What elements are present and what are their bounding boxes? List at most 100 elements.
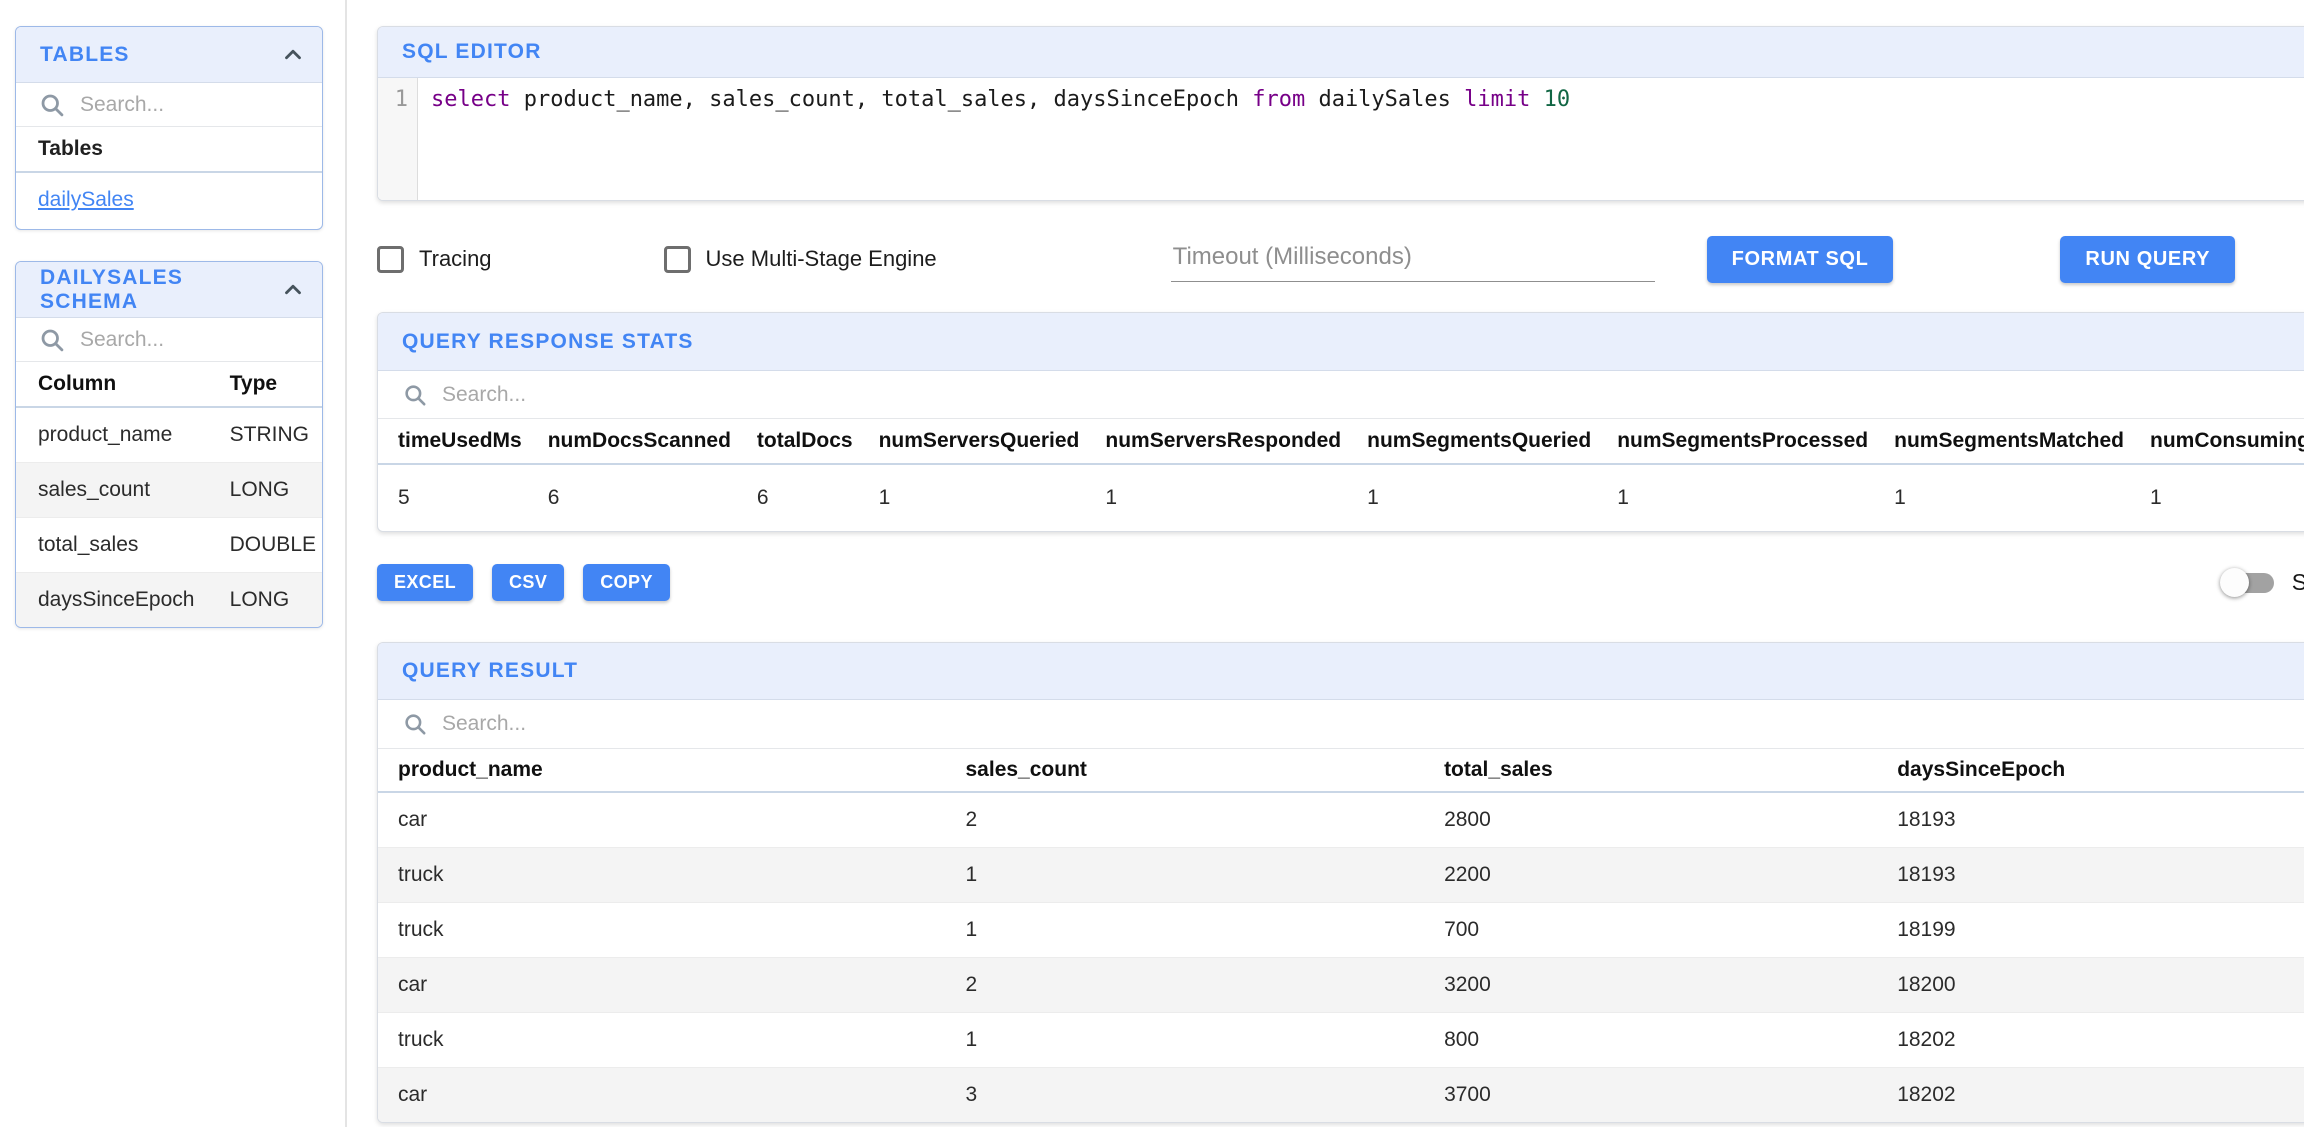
multistage-checkbox-group: Use Multi-Stage Engine [664, 246, 937, 273]
result-cell: 18193 [1877, 848, 2304, 903]
stats-search-input[interactable] [440, 382, 2304, 408]
result-table: product_name sales_count total_sales day… [378, 749, 2304, 1122]
timeout-input[interactable] [1171, 237, 1655, 282]
result-cell: 2 [946, 792, 1425, 848]
stats-col-header[interactable]: timeUsedMs [378, 419, 528, 464]
tables-search-input[interactable] [78, 92, 323, 118]
multistage-label[interactable]: Use Multi-Stage Engine [706, 246, 937, 272]
result-cell: 700 [1424, 903, 1877, 958]
table-row: truck 1 2200 18193 [378, 848, 2304, 903]
table-row: sales_count LONG [16, 463, 322, 518]
table-list-item: dailySales [16, 173, 322, 229]
schema-cell: sales_count [16, 463, 208, 518]
sql-text: product_name, sales_count, total_sales, … [510, 87, 1252, 112]
sql-query-line: select product_name, sales_count, total_… [418, 78, 1570, 200]
table-row: car 2 2800 18193 [378, 792, 2304, 848]
result-cell: 800 [1424, 1013, 1877, 1068]
csv-button[interactable]: CSV [492, 564, 564, 601]
result-cell: 18200 [1877, 958, 2304, 1013]
table-row: truck 1 800 18202 [378, 1013, 2304, 1068]
toggle-thumb [2220, 568, 2249, 597]
tables-panel: TABLES Tables dailySales [15, 26, 323, 230]
sql-keyword: select [431, 87, 510, 112]
stats-cell: 1 [859, 464, 1086, 531]
stats-card-header[interactable]: QUERY RESPONSE STATS [378, 313, 2304, 371]
multistage-checkbox[interactable] [664, 246, 691, 273]
schema-cell: STRING [208, 407, 322, 463]
result-cell: 3700 [1424, 1068, 1877, 1123]
copy-button[interactable]: COPY [583, 564, 670, 601]
stats-table: timeUsedMs numDocsScanned totalDocs numS… [378, 419, 2304, 531]
stats-col-header[interactable]: numServersQueried [859, 419, 1086, 464]
export-row: EXCEL CSV COPY Show JSON format [377, 564, 2304, 601]
stats-cell: 6 [737, 464, 859, 531]
schema-cell: DOUBLE [208, 518, 322, 573]
tables-list-header[interactable]: Tables [16, 127, 322, 173]
stats-col-header[interactable]: numServersResponded [1085, 419, 1347, 464]
result-cell: 3200 [1424, 958, 1877, 1013]
result-card-header[interactable]: QUERY RESULT [378, 643, 2304, 700]
schema-col-header-column[interactable]: Column [16, 362, 208, 407]
search-icon [38, 326, 66, 354]
table-link-dailysales[interactable]: dailySales [38, 188, 134, 211]
tracing-checkbox[interactable] [377, 246, 404, 273]
result-cell: car [378, 958, 946, 1013]
schema-cell: total_sales [16, 518, 208, 573]
schema-cell: LONG [208, 573, 322, 628]
schema-search-input[interactable] [78, 327, 323, 353]
result-card-title: QUERY RESULT [402, 659, 578, 683]
stats-cell: 1 [1597, 464, 1874, 531]
result-cell: 2200 [1424, 848, 1877, 903]
tracing-label[interactable]: Tracing [419, 246, 492, 272]
show-json-toggle-label[interactable]: Show JSON format [2292, 569, 2304, 596]
sql-text [1530, 87, 1543, 112]
stats-col-header[interactable]: numSegmentsProcessed [1597, 419, 1874, 464]
result-col-header[interactable]: product_name [378, 749, 946, 792]
result-cell: 18199 [1877, 903, 2304, 958]
result-cell: 18193 [1877, 792, 2304, 848]
schema-cell: product_name [16, 407, 208, 463]
search-icon [38, 91, 66, 119]
stats-cell: 5 [378, 464, 528, 531]
result-col-header[interactable]: total_sales [1424, 749, 1877, 792]
result-cell: truck [378, 903, 946, 958]
schema-table: Column Type product_name STRING sales_co… [16, 362, 322, 627]
result-cell: car [378, 792, 946, 848]
stats-cell: 1 [1347, 464, 1597, 531]
stats-col-header[interactable]: numSegmentsQueried [1347, 419, 1597, 464]
query-result-card: QUERY RESULT product_name sales_count to… [377, 642, 2304, 1123]
run-query-button[interactable]: RUN QUERY [2060, 236, 2235, 283]
schema-panel-header[interactable]: DAILYSALES SCHEMA [16, 262, 322, 318]
line-number: 1 [395, 87, 408, 112]
tables-panel-header[interactable]: TABLES [16, 27, 322, 83]
chevron-up-icon[interactable] [280, 277, 306, 303]
show-json-toggle[interactable] [2224, 573, 2274, 593]
stats-cell: 1 [1085, 464, 1347, 531]
stats-search-row [378, 371, 2304, 419]
stats-col-header[interactable]: numConsumingSegmentsQueried [2130, 419, 2304, 464]
table-row: truck 1 700 18199 [378, 903, 2304, 958]
stats-cell: 1 [2130, 464, 2304, 531]
stats-col-header[interactable]: numDocsScanned [528, 419, 737, 464]
result-search-input[interactable] [440, 711, 2304, 737]
table-row: daysSinceEpoch LONG [16, 573, 322, 628]
stats-col-header[interactable]: numSegmentsMatched [1874, 419, 2130, 464]
result-col-header[interactable]: daysSinceEpoch [1877, 749, 2304, 792]
line-number-gutter: 1 [378, 78, 418, 200]
query-controls-row: Tracing Use Multi-Stage Engine FORMAT SQ… [377, 227, 2304, 291]
schema-cell: LONG [208, 463, 322, 518]
excel-button[interactable]: EXCEL [377, 564, 473, 601]
chevron-up-icon[interactable] [280, 42, 306, 68]
sql-editor-header: SQL EDITOR ? [378, 27, 2304, 78]
result-cell: truck [378, 1013, 946, 1068]
result-cell: car [378, 1068, 946, 1123]
tracing-checkbox-group: Tracing [377, 246, 492, 273]
sql-editor-title: SQL EDITOR [402, 40, 542, 64]
stats-col-header[interactable]: totalDocs [737, 419, 859, 464]
result-col-header[interactable]: sales_count [946, 749, 1425, 792]
pinot-query-console: TABLES Tables dailySales DAILYSALES SCHE… [0, 0, 2304, 1127]
sql-code-editor[interactable]: 1 select product_name, sales_count, tota… [378, 78, 2304, 200]
table-row: car 2 3200 18200 [378, 958, 2304, 1013]
schema-col-header-type[interactable]: Type [208, 362, 322, 407]
format-sql-button[interactable]: FORMAT SQL [1707, 236, 1894, 283]
